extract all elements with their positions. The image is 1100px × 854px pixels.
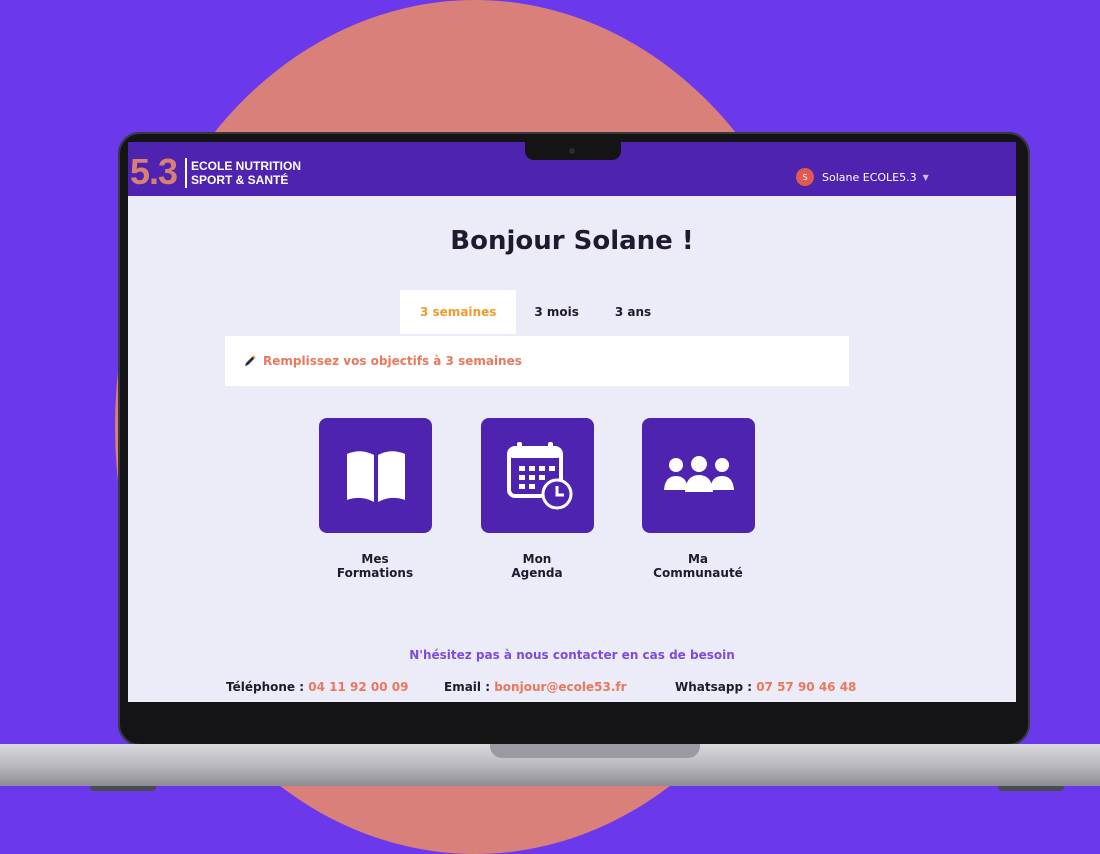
user-menu[interactable]: S Solane ECOLE5.3 ▼ bbox=[796, 167, 929, 187]
contact-phone: Téléphone : 04 11 92 00 09 bbox=[226, 680, 408, 694]
laptop-screen: 5.3 ECOLE NUTRITION SPORT & SANTÉ S Sola… bbox=[128, 142, 1016, 736]
laptop-foot-right bbox=[998, 786, 1064, 791]
pencil-icon bbox=[245, 355, 256, 366]
logo-number[interactable]: 5.3 bbox=[130, 154, 178, 190]
chevron-down-icon: ▼ bbox=[922, 172, 929, 182]
objectives-panel[interactable]: Remplissez vos objectifs à 3 semaines bbox=[225, 336, 849, 386]
tab-3-semaines[interactable]: 3 semaines bbox=[400, 290, 517, 334]
contact-email: Email : bonjour@ecole53.fr bbox=[444, 680, 627, 694]
communaute-label[interactable]: Ma Communauté bbox=[623, 552, 773, 580]
goal-tabs: 3 semaines 3 mois 3 ans bbox=[400, 290, 669, 334]
contact-title: N'hésitez pas à nous contacter en cas de… bbox=[409, 648, 735, 662]
laptop-base-notch bbox=[490, 744, 700, 758]
formations-label-line1: Mes bbox=[361, 552, 389, 566]
agenda-tile[interactable] bbox=[481, 418, 594, 533]
logo-divider bbox=[185, 158, 187, 188]
logo-text[interactable]: ECOLE NUTRITION SPORT & SANTÉ bbox=[191, 159, 301, 187]
tab-3-mois[interactable]: 3 mois bbox=[516, 290, 597, 334]
phone-value[interactable]: 04 11 92 00 09 bbox=[308, 680, 408, 694]
whatsapp-value[interactable]: 07 57 90 46 48 bbox=[756, 680, 856, 694]
communaute-label-line1: Ma bbox=[687, 552, 709, 566]
agenda-label-line2: Agenda bbox=[511, 566, 563, 580]
formations-tile[interactable] bbox=[319, 418, 432, 533]
logo-line-1: ECOLE NUTRITION bbox=[191, 159, 301, 173]
objectives-link[interactable]: Remplissez vos objectifs à 3 semaines bbox=[263, 354, 522, 368]
communaute-tile[interactable] bbox=[642, 418, 755, 533]
book-icon bbox=[346, 450, 405, 502]
calendar-icon bbox=[506, 441, 572, 509]
tab-3-ans[interactable]: 3 ans bbox=[597, 290, 669, 334]
email-label: Email : bbox=[444, 680, 491, 694]
contact-whatsapp: Whatsapp : 07 57 90 46 48 bbox=[675, 680, 856, 694]
avatar: S bbox=[796, 168, 814, 186]
formations-label[interactable]: Mes Formations bbox=[300, 552, 450, 580]
camera-notch bbox=[525, 142, 621, 160]
screen-bottom-bezel bbox=[128, 702, 1016, 736]
page-title: Bonjour Solane ! bbox=[450, 226, 694, 256]
laptop-foot-left bbox=[90, 786, 156, 791]
people-icon bbox=[663, 455, 734, 492]
formations-label-line2: Formations bbox=[336, 566, 414, 580]
phone-label: Téléphone : bbox=[226, 680, 305, 694]
agenda-label-line1: Mon bbox=[522, 552, 552, 566]
logo-line-2: SPORT & SANTÉ bbox=[191, 173, 289, 187]
user-name: Solane ECOLE5.3 bbox=[822, 170, 917, 184]
agenda-label[interactable]: Mon Agenda bbox=[462, 552, 612, 580]
communaute-label-line2: Communauté bbox=[653, 566, 743, 580]
email-value[interactable]: bonjour@ecole53.fr bbox=[494, 680, 626, 694]
whatsapp-label: Whatsapp : bbox=[675, 680, 753, 694]
